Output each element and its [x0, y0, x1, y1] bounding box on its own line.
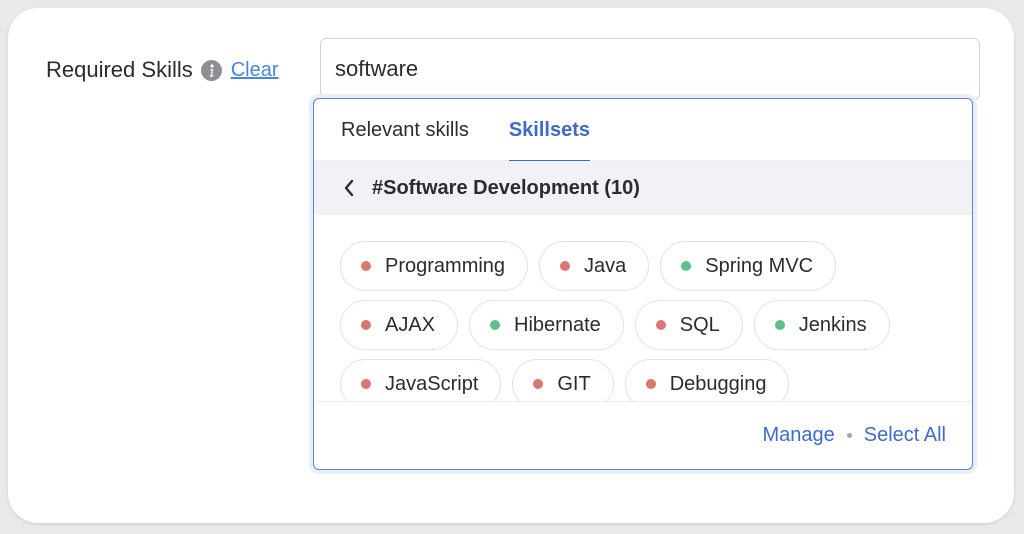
status-dot	[533, 379, 544, 389]
search-input[interactable]	[335, 56, 979, 82]
skill-chip-label: SQL	[679, 313, 720, 336]
skill-chip[interactable]: AJAX	[340, 300, 459, 350]
status-dot	[681, 261, 692, 271]
skill-chip[interactable]: JavaScript	[340, 359, 502, 401]
tab-relevant-skills[interactable]: Relevant skills	[341, 99, 469, 161]
skill-chip-label: Java	[584, 254, 627, 277]
info-icon[interactable]	[200, 59, 222, 81]
skill-chips: Programming Java Spring MVC AJAX Hibernate SQ…	[340, 241, 962, 401]
skill-chip[interactable]: Debugging	[624, 359, 790, 401]
field-label: Required Skills	[46, 57, 193, 82]
skillset-header: #Software Development (10)	[314, 161, 972, 215]
skill-chip-label: Debugging	[669, 372, 767, 395]
skill-chip[interactable]: Java	[539, 241, 650, 291]
field-label-row: Required Skills Clear	[46, 54, 279, 86]
skill-chip-label: GIT	[557, 372, 591, 395]
status-dot	[774, 320, 785, 330]
separator-dot	[846, 433, 852, 438]
search-box[interactable]	[320, 38, 980, 100]
status-dot	[655, 320, 666, 330]
skill-chip[interactable]: Programming	[340, 241, 529, 291]
skill-chip-label: Jenkins	[798, 313, 867, 336]
skillset-title: #Software Development (10)	[372, 176, 640, 199]
skill-chip[interactable]: GIT	[512, 359, 614, 401]
chips-area: Programming Java Spring MVC AJAX Hibernate SQ…	[340, 241, 962, 401]
status-dot	[560, 261, 571, 271]
status-dot	[645, 379, 656, 389]
skill-chip-label: Hibernate	[514, 313, 601, 336]
skill-chip[interactable]: Hibernate	[469, 300, 624, 350]
skill-chip[interactable]: SQL	[634, 300, 743, 350]
skill-chip[interactable]: Jenkins	[753, 300, 890, 350]
status-dot	[361, 261, 371, 271]
tab-skillsets[interactable]: Skillsets	[508, 99, 591, 162]
select-all-link[interactable]: Select All	[864, 424, 946, 447]
dropdown-footer: Manage Select All	[314, 401, 972, 469]
skill-chip-label: JavaScript	[385, 372, 479, 395]
status-dot	[490, 320, 501, 330]
skill-chip[interactable]: Spring MVC	[660, 241, 837, 291]
skill-chip-label: AJAX	[385, 313, 436, 336]
skills-dropdown: Relevant skills Skillsets #Software Deve…	[313, 98, 973, 470]
chevron-left-icon[interactable]	[340, 179, 358, 197]
manage-link[interactable]: Manage	[762, 424, 834, 447]
skill-chip-label: Programming	[385, 254, 506, 277]
status-dot	[361, 379, 371, 389]
dropdown-tabs: Relevant skills Skillsets	[314, 99, 972, 162]
status-dot	[361, 320, 371, 330]
clear-link[interactable]: Clear	[231, 59, 279, 82]
skill-chip-label: Spring MVC	[705, 254, 814, 277]
